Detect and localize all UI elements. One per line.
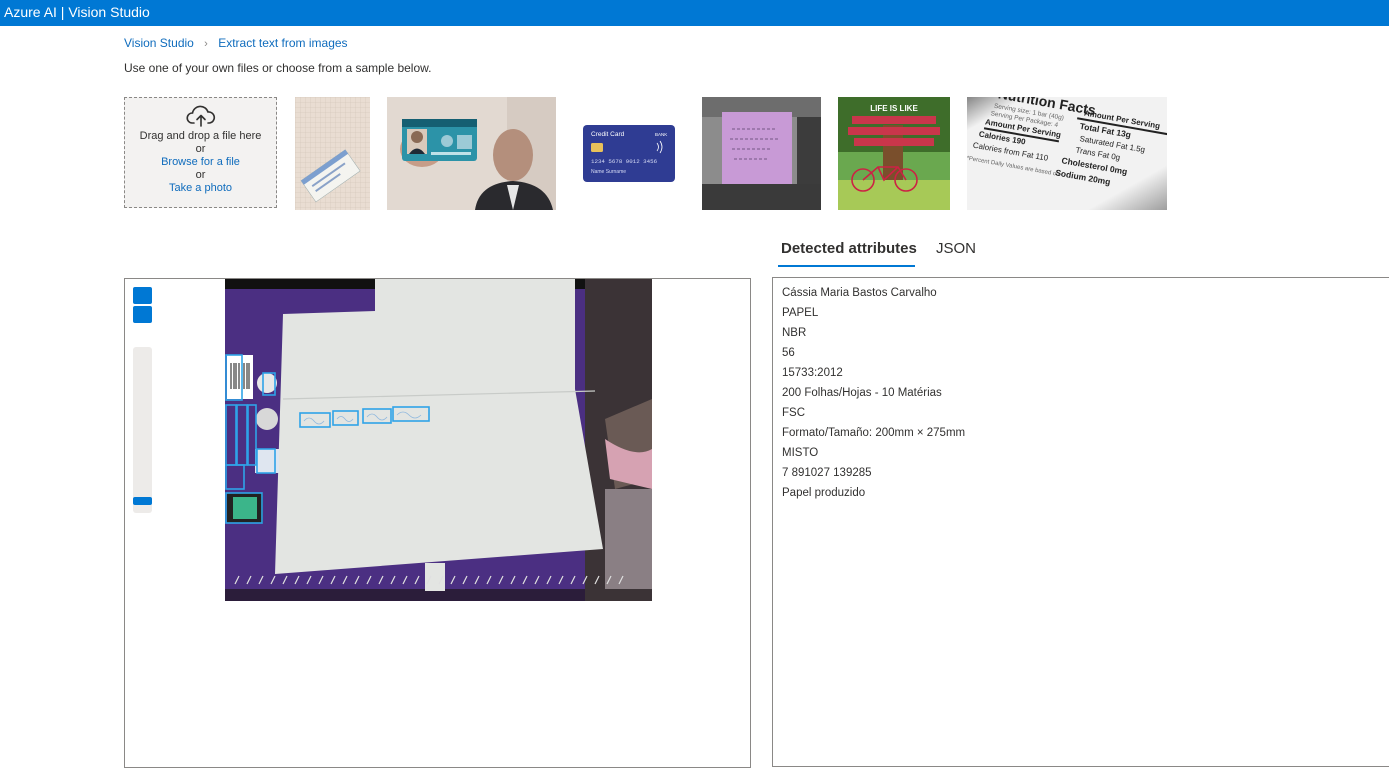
zoom-slider[interactable] — [133, 347, 152, 513]
browse-file-link[interactable]: Browse for a file — [125, 156, 276, 169]
zoom-out-button[interactable] — [133, 306, 152, 323]
tab-json[interactable]: JSON — [936, 240, 976, 257]
detected-line: PAPEL — [782, 307, 819, 319]
detected-line: NBR — [782, 327, 807, 339]
sample-nutrition-facts[interactable]: Nutrition Facts Serving size: 1 bar (40g… — [967, 97, 1167, 210]
breadcrumb-extract-text[interactable]: Extract text from images — [218, 36, 347, 50]
active-tab-indicator — [778, 265, 915, 267]
breadcrumb: Vision Studio › Extract text from images — [124, 35, 348, 52]
image-viewer — [124, 278, 751, 768]
sample-sticky-note[interactable] — [702, 97, 821, 210]
sample-credit-card[interactable]: Credit Card BANK 1234 5678 9012 3456 Nam… — [573, 97, 685, 210]
card-number: 1234 5678 9012 3456 — [591, 158, 658, 165]
upload-dropzone[interactable]: Drag and drop a file here or Browse for … — [124, 97, 277, 208]
sample-life-is-like-bicycle-poster[interactable]: LIFE IS LIKE — [838, 97, 950, 210]
analyzed-image — [225, 279, 652, 601]
or-text: or — [195, 143, 206, 155]
svg-text:LIFE IS LIKE: LIFE IS LIKE — [870, 104, 918, 113]
zoom-slider-thumb[interactable] — [133, 497, 152, 505]
chevron-right-icon: › — [204, 38, 208, 50]
detected-line: 15733:2012 — [782, 367, 843, 379]
svg-text:BANK: BANK — [655, 132, 667, 137]
intro-text: Use one of your own files or choose from… — [124, 61, 432, 75]
sample-id-card-held-by-man[interactable] — [387, 97, 556, 210]
detected-line: FSC — [782, 407, 805, 419]
card-name: Name Surname — [591, 169, 626, 175]
detected-line: 7 891027 139285 — [782, 467, 872, 479]
take-photo-link[interactable]: Take a photo — [125, 182, 276, 195]
sample-social-security-card[interactable] — [295, 97, 370, 210]
zoom-control — [133, 287, 152, 513]
detected-line: Cássia Maria Bastos Carvalho — [782, 287, 937, 299]
detected-line: Papel produzido — [782, 487, 866, 499]
cloud-upload-icon — [185, 105, 215, 127]
detected-line: 56 — [782, 347, 795, 359]
detected-line: MISTO — [782, 447, 819, 459]
detected-lines-list: Cássia Maria Bastos Carvalho PAPEL NBR 56 15… — [773, 278, 1389, 503]
card-label: Credit Card — [591, 131, 625, 138]
detected-line: Formato/Tamaño: 200mm × 275mm — [782, 427, 966, 439]
breadcrumb-vision-studio[interactable]: Vision Studio — [124, 36, 194, 50]
tab-detected-attributes[interactable]: Detected attributes — [781, 240, 917, 257]
or-text: or — [195, 169, 206, 181]
top-bar: Azure AI | Vision Studio — [0, 0, 1389, 26]
drag-drop-text: Drag and drop a file here — [139, 130, 262, 142]
zoom-in-button[interactable] — [133, 287, 152, 304]
app-title: Azure AI | Vision Studio — [4, 4, 150, 20]
detected-line: 200 Folhas/Hojas - 10 Matérias — [782, 387, 942, 399]
detected-attributes-panel: Cássia Maria Bastos Carvalho PAPEL NBR 56 15… — [772, 277, 1389, 767]
